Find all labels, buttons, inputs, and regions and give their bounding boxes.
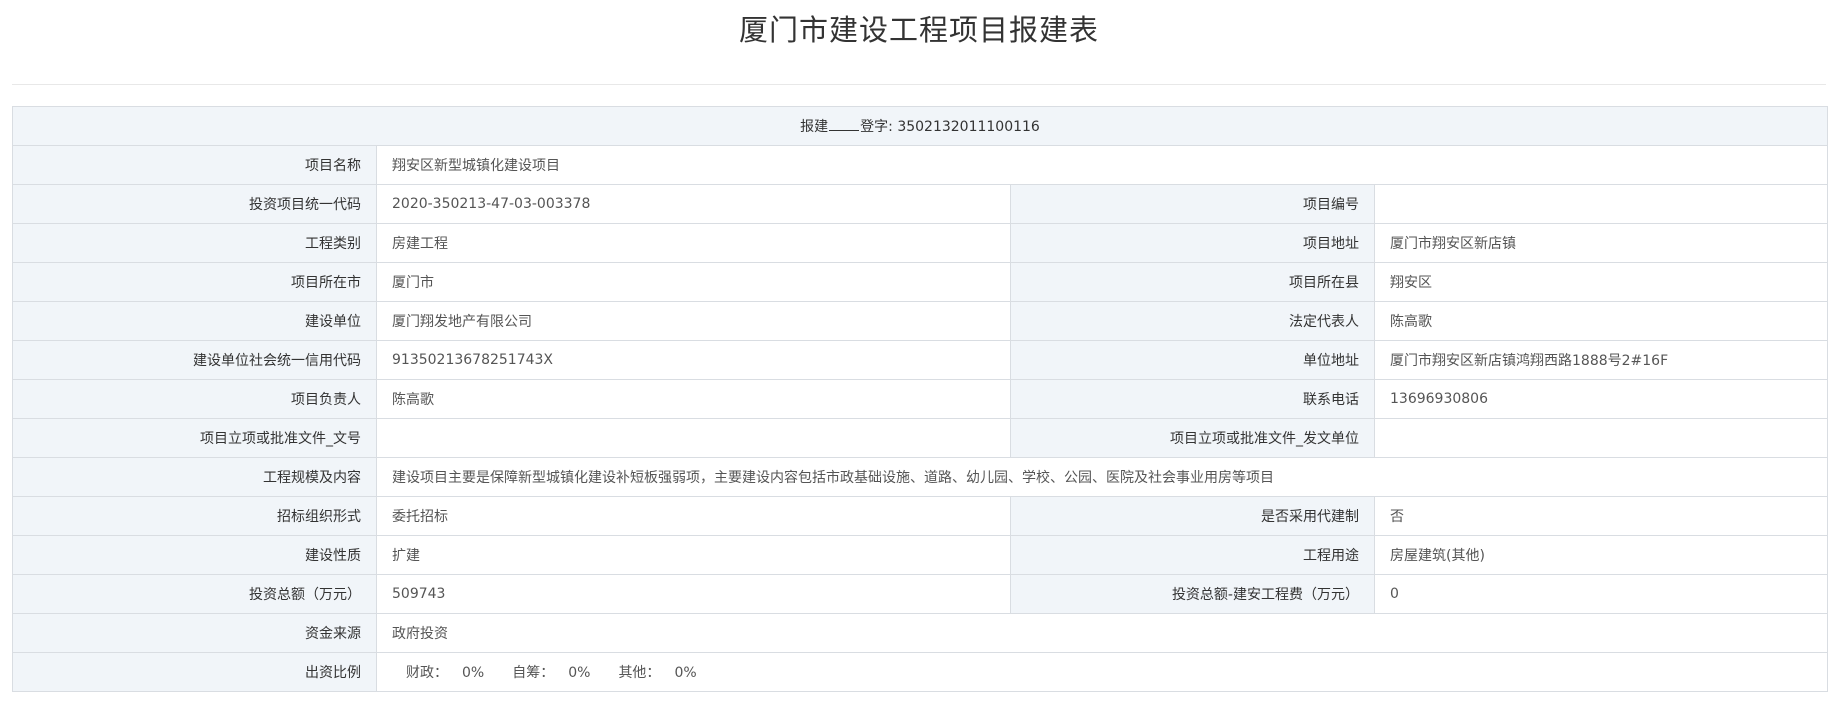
construction-unit-value: 厦门翔发地产有限公司 [376, 301, 1011, 341]
agent-construction-label: 是否采用代建制 [1010, 496, 1375, 536]
approval-doc-number-value [376, 418, 1011, 458]
registration-suffix: 登字: 3502132011100116 [860, 119, 1040, 135]
registration-prefix: 报建 [800, 119, 829, 135]
project-city-value: 厦门市 [376, 262, 1011, 302]
table-row: 资金来源 政府投资 [12, 613, 1828, 653]
project-name-label: 项目名称 [12, 145, 377, 185]
table-row: 建设性质 扩建 工程用途 房屋建筑(其他) [12, 535, 1828, 575]
table-row: 项目所在市 厦门市 项目所在县 翔安区 [12, 262, 1828, 302]
unit-address-value: 厦门市翔安区新店镇鸿翔西路1888号2#16F [1374, 340, 1828, 380]
ratio-self-raised-name: 自筹： [512, 665, 555, 681]
fund-source-label: 资金来源 [12, 613, 377, 653]
total-investment-label: 投资总额（万元） [12, 574, 377, 614]
construction-nature-label: 建设性质 [12, 535, 377, 575]
funding-ratio-value: 财政： 0% 自筹： 0% 其他： 0% [376, 652, 1828, 692]
contact-phone-value: 13696930806 [1374, 379, 1828, 419]
table-row: 项目名称 翔安区新型城镇化建设项目 [12, 145, 1828, 185]
engineering-use-value: 房屋建筑(其他) [1374, 535, 1828, 575]
agent-construction-value: 否 [1374, 496, 1828, 536]
fund-source-value: 政府投资 [376, 613, 1828, 653]
table-row: 建设单位社会统一信用代码 91350213678251743X 单位地址 厦门市… [12, 340, 1828, 380]
title-divider [12, 84, 1826, 85]
bidding-form-label: 招标组织形式 [12, 496, 377, 536]
credit-code-label: 建设单位社会统一信用代码 [12, 340, 377, 380]
engineering-type-value: 房建工程 [376, 223, 1011, 263]
legal-representative-label: 法定代表人 [1010, 301, 1375, 341]
scale-content-label: 工程规模及内容 [12, 457, 377, 497]
unit-address-label: 单位地址 [1010, 340, 1375, 380]
project-leader-value: 陈高歌 [376, 379, 1011, 419]
table-row: 项目负责人 陈高歌 联系电话 13696930806 [12, 379, 1828, 419]
table-row: 投资项目统一代码 2020-350213-47-03-003378 项目编号 [12, 184, 1828, 224]
ratio-fiscal-name: 财政： [406, 665, 448, 681]
project-county-label: 项目所在县 [1010, 262, 1375, 302]
installation-cost-value: 0 [1374, 574, 1828, 614]
engineering-use-label: 工程用途 [1010, 535, 1375, 575]
ratio-other-name: 其他： [618, 665, 661, 681]
scale-content-value: 建设项目主要是保障新型城镇化建设补短板强弱项，主要建设内容包括市政基础设施、道路… [376, 457, 1828, 497]
page-title: 厦门市建设工程项目报建表 [738, 13, 1099, 47]
ratio-self-raised-value: 0% [568, 665, 591, 681]
total-investment-value: 509743 [376, 574, 1011, 614]
table-row: 项目立项或批准文件_文号 项目立项或批准文件_发文单位 [12, 418, 1828, 458]
construction-unit-label: 建设单位 [12, 301, 377, 341]
approval-doc-issuer-value [1374, 418, 1828, 458]
investment-code-value: 2020-350213-47-03-003378 [376, 184, 1011, 224]
credit-code-value: 91350213678251743X [376, 340, 1011, 380]
table-row: 出资比例 财政： 0% 自筹： 0% 其他： 0% [12, 652, 1828, 692]
approval-doc-issuer-label: 项目立项或批准文件_发文单位 [1010, 418, 1375, 458]
table-row: 投资总额（万元） 509743 投资总额-建安工程费（万元） 0 [12, 574, 1828, 614]
ratio-fiscal-value: 0% [462, 665, 485, 681]
project-city-label: 项目所在市 [12, 262, 377, 302]
contact-phone-label: 联系电话 [1010, 379, 1375, 419]
ratio-other-value: 0% [674, 665, 697, 681]
approval-doc-number-label: 项目立项或批准文件_文号 [12, 418, 377, 458]
table-row: 工程规模及内容 建设项目主要是保障新型城镇化建设补短板强弱项，主要建设内容包括市… [12, 457, 1828, 497]
project-name-value: 翔安区新型城镇化建设项目 [376, 145, 1828, 185]
bidding-form-value: 委托招标 [376, 496, 1011, 536]
project-number-value [1374, 184, 1828, 224]
project-county-value: 翔安区 [1374, 262, 1828, 302]
project-address-label: 项目地址 [1010, 223, 1375, 263]
engineering-type-label: 工程类别 [12, 223, 377, 263]
project-number-label: 项目编号 [1010, 184, 1375, 224]
table-row: 招标组织形式 委托招标 是否采用代建制 否 [12, 496, 1828, 536]
funding-ratio-label: 出资比例 [12, 652, 377, 692]
legal-representative-value: 陈高歌 [1374, 301, 1828, 341]
investment-code-label: 投资项目统一代码 [12, 184, 377, 224]
registration-number: 报建 登字: 3502132011100116 [12, 106, 1828, 146]
table-row: 建设单位 厦门翔发地产有限公司 法定代表人 陈高歌 [12, 301, 1828, 341]
project-leader-label: 项目负责人 [12, 379, 377, 419]
registration-number-row: 报建 登字: 3502132011100116 [12, 106, 1828, 146]
registration-blank [829, 117, 860, 131]
construction-nature-value: 扩建 [376, 535, 1011, 575]
table-row: 工程类别 房建工程 项目地址 厦门市翔安区新店镇 [12, 223, 1828, 263]
installation-cost-label: 投资总额-建安工程费（万元） [1010, 574, 1375, 614]
project-registration-table: 报建 登字: 3502132011100116 项目名称 翔安区新型城镇化建设项目… [12, 106, 1828, 692]
project-address-value: 厦门市翔安区新店镇 [1374, 223, 1828, 263]
